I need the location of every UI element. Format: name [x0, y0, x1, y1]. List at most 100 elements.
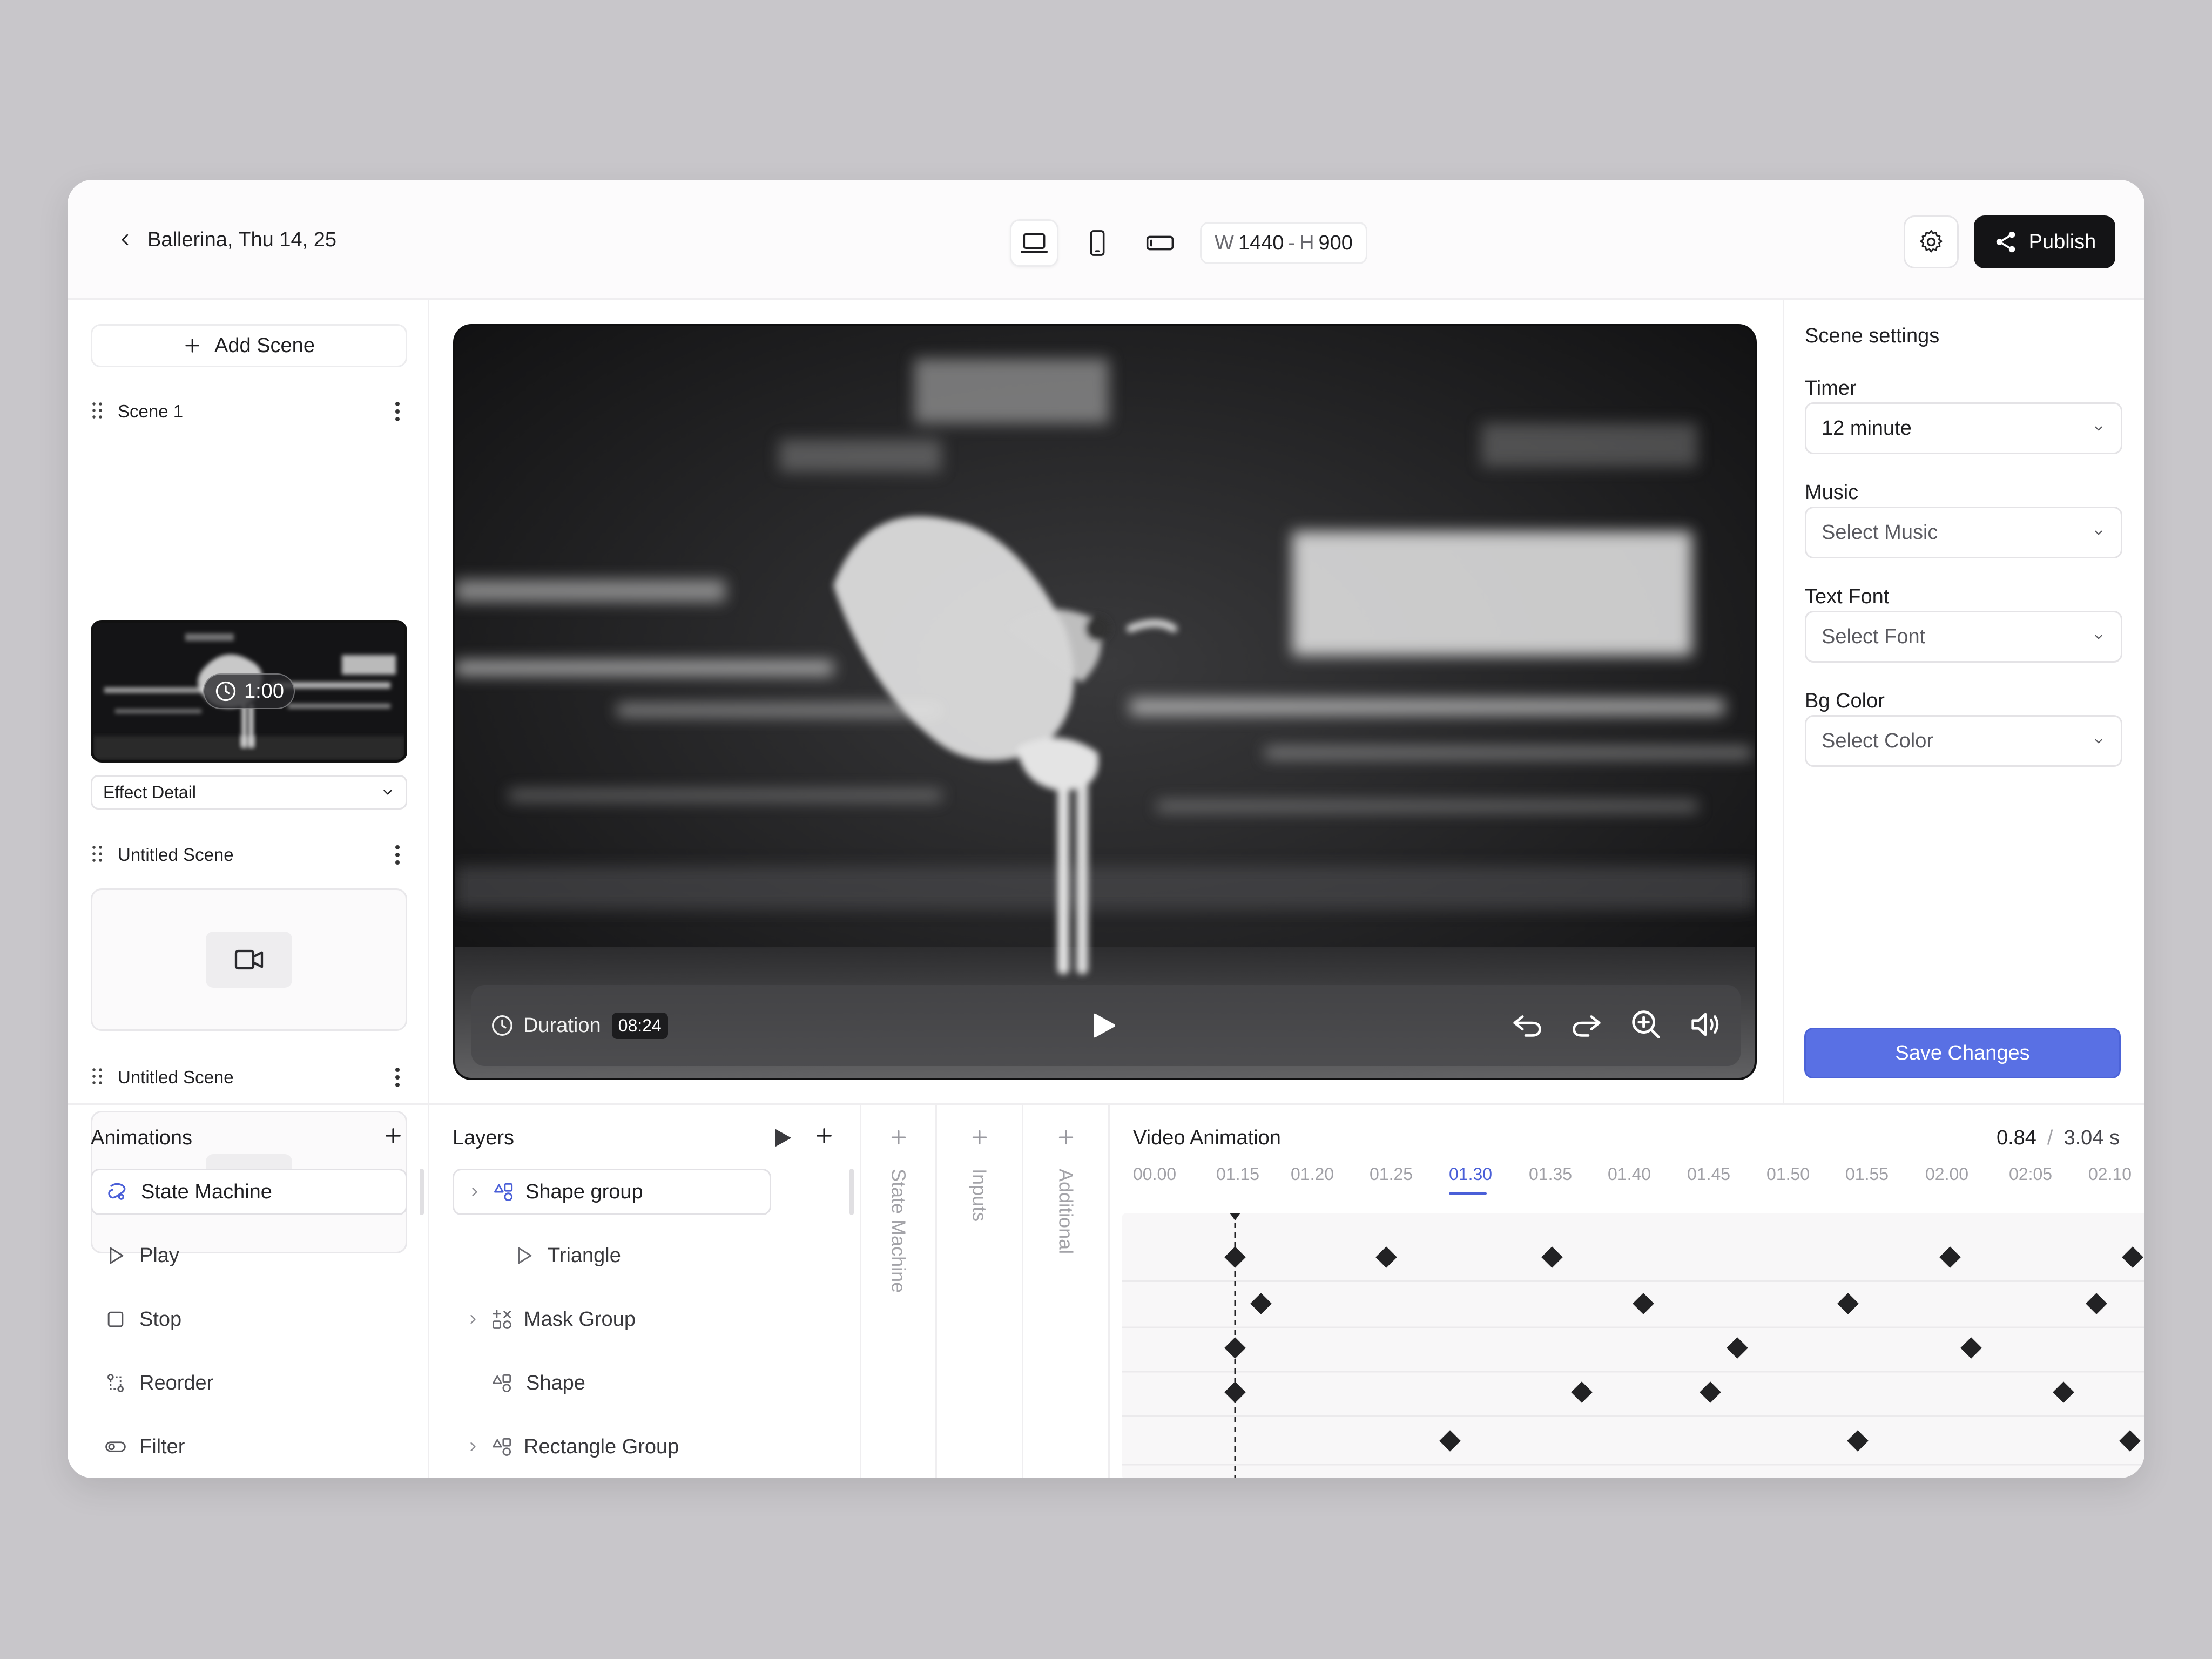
add-state-machine-button[interactable]: [888, 1127, 909, 1151]
chevron-right-icon[interactable]: [467, 1184, 482, 1199]
state-machine-tab[interactable]: State Machine: [861, 1105, 937, 1478]
layer-label: Triangle: [548, 1244, 621, 1267]
chevron-right-icon[interactable]: [466, 1312, 481, 1327]
keyframe-tracks[interactable]: [1122, 1213, 2144, 1478]
clock-icon: [215, 681, 236, 702]
animation-item-reorder[interactable]: Reorder: [91, 1360, 407, 1406]
layer-item-shape-group[interactable]: Shape group: [453, 1169, 771, 1215]
chevron-down-icon: [2095, 426, 2102, 431]
video-animation-timeline: Video Animation 0.84 / 3.04 s 00.00 01.15 01…: [1110, 1105, 2144, 1478]
chevron-down-icon: [2095, 739, 2102, 744]
timeline-tick[interactable]: 01.35: [1529, 1164, 1572, 1184]
add-input-button[interactable]: [969, 1127, 990, 1151]
volume-button[interactable]: [1687, 1006, 1724, 1046]
save-changes-button[interactable]: Save Changes: [1804, 1028, 2121, 1078]
layer-label: Rectangle Group: [524, 1435, 679, 1458]
text-font-select[interactable]: Select Font: [1805, 611, 2122, 663]
animation-item-play[interactable]: Play: [91, 1232, 407, 1279]
duration-display: Duration 08:24: [490, 1012, 668, 1039]
animation-label: Stop: [139, 1307, 182, 1331]
inputs-tab[interactable]: Inputs: [937, 1105, 1023, 1478]
music-select[interactable]: Select Music: [1805, 507, 2122, 558]
layers-scrollbar[interactable]: [849, 1169, 854, 1215]
drag-handle-icon[interactable]: [91, 1067, 110, 1089]
more-vertical-icon[interactable]: [388, 1067, 407, 1088]
more-vertical-icon[interactable]: [388, 844, 407, 866]
timeline-tick[interactable]: 01.50: [1766, 1164, 1810, 1184]
plus-icon: [1058, 1130, 1073, 1145]
publish-button[interactable]: Publish: [1974, 215, 2115, 268]
plus-icon: [972, 1130, 987, 1145]
add-additional-button[interactable]: [1055, 1127, 1077, 1151]
bg-color-select[interactable]: Select Color: [1805, 715, 2122, 767]
layer-item-triangle[interactable]: Triangle: [453, 1232, 769, 1279]
timeline-tick[interactable]: 02.00: [1925, 1164, 1968, 1184]
add-animation-button[interactable]: [382, 1124, 404, 1150]
shape-icon: [493, 1374, 511, 1392]
timeline-tick[interactable]: 01.55: [1845, 1164, 1889, 1184]
empty-scene-placeholder[interactable]: [91, 888, 407, 1031]
scene-header: Scene 1: [91, 399, 407, 424]
video-frame-image: [455, 326, 1755, 1078]
effect-detail-select[interactable]: Effect Detail: [91, 775, 407, 810]
animation-item-stop[interactable]: Stop: [91, 1296, 407, 1343]
layer-item-mask-group[interactable]: Mask Group: [453, 1296, 769, 1343]
effect-detail-value: Effect Detail: [103, 782, 196, 802]
additional-tab[interactable]: Additional: [1023, 1105, 1110, 1478]
zoom-in-icon: [1632, 1010, 1660, 1038]
animations-title: Animations: [91, 1127, 192, 1149]
undo-button[interactable]: [1508, 1006, 1546, 1046]
timeline-time: 0.84 / 3.04 s: [1997, 1127, 2120, 1150]
add-layer-button[interactable]: [813, 1124, 835, 1150]
scene-settings-panel: Scene settings Timer 12 minute Music Sel…: [1783, 300, 2144, 1103]
more-vertical-icon[interactable]: [388, 401, 407, 422]
video-camera-icon: [234, 949, 264, 970]
mobile-view-button[interactable]: [1073, 219, 1122, 267]
chevron-down-icon: [383, 790, 392, 795]
settings-button[interactable]: [1904, 215, 1959, 268]
chevron-right-icon[interactable]: [466, 1439, 481, 1454]
timeline-tick[interactable]: 01.20: [1291, 1164, 1334, 1184]
size-separator: -: [1288, 231, 1296, 254]
add-video-button[interactable]: [206, 932, 292, 988]
back-button[interactable]: [104, 219, 146, 261]
drag-handle-icon[interactable]: [91, 401, 110, 423]
timeline-tick[interactable]: 02:05: [2009, 1164, 2052, 1184]
layer-item-shape[interactable]: Shape: [453, 1360, 769, 1406]
tablet-landscape-icon: [1146, 235, 1174, 251]
timeline-tick[interactable]: 01.25: [1370, 1164, 1413, 1184]
chevron-down-icon: [2095, 530, 2102, 535]
play-button[interactable]: [1084, 1007, 1122, 1047]
timeline-tick[interactable]: 01.15: [1216, 1164, 1259, 1184]
additional-tab-label: Additional: [1055, 1169, 1077, 1255]
drag-handle-icon[interactable]: [91, 844, 110, 866]
timeline-tick[interactable]: 02.10: [2088, 1164, 2132, 1184]
plus-icon: [817, 1128, 832, 1143]
timeline-tick[interactable]: 01.30: [1449, 1164, 1492, 1184]
zoom-button[interactable]: [1627, 1006, 1665, 1046]
inputs-tab-label: Inputs: [968, 1169, 991, 1222]
animation-item-state-machine[interactable]: State Machine: [91, 1169, 407, 1215]
total-time: 3.04 s: [2063, 1127, 2120, 1149]
video-preview[interactable]: Duration 08:24: [453, 324, 1757, 1080]
canvas-size-field[interactable]: W 1440 - H 900: [1200, 222, 1367, 264]
height-label: H: [1299, 231, 1314, 254]
redo-button[interactable]: [1568, 1006, 1606, 1046]
timeline-tick[interactable]: 01.45: [1687, 1164, 1730, 1184]
width-label: W: [1215, 231, 1234, 254]
desktop-view-button[interactable]: [1010, 219, 1058, 267]
timer-select[interactable]: 12 minute: [1805, 402, 2122, 454]
animation-item-filter[interactable]: Filter: [91, 1424, 407, 1470]
scene-label: Untitled Scene: [118, 1067, 234, 1087]
animations-scrollbar[interactable]: [420, 1169, 424, 1215]
play-layers-button[interactable]: [770, 1125, 794, 1153]
timeline-tick[interactable]: 01.40: [1608, 1164, 1651, 1184]
tablet-landscape-view-button[interactable]: [1136, 219, 1184, 267]
add-scene-button[interactable]: Add Scene: [91, 324, 407, 367]
timeline-ruler[interactable]: 00.00 01.15 01.20 01.25 01.30 01.35 01.40 01.45…: [1110, 1164, 2144, 1202]
animation-label: Filter: [139, 1435, 185, 1458]
timeline-tick[interactable]: 00.00: [1133, 1164, 1176, 1184]
volume-icon: [1691, 1013, 1719, 1036]
scene-thumbnail[interactable]: 1:00: [91, 620, 407, 763]
layer-item-rectangle-group[interactable]: Rectangle Group: [453, 1424, 769, 1470]
